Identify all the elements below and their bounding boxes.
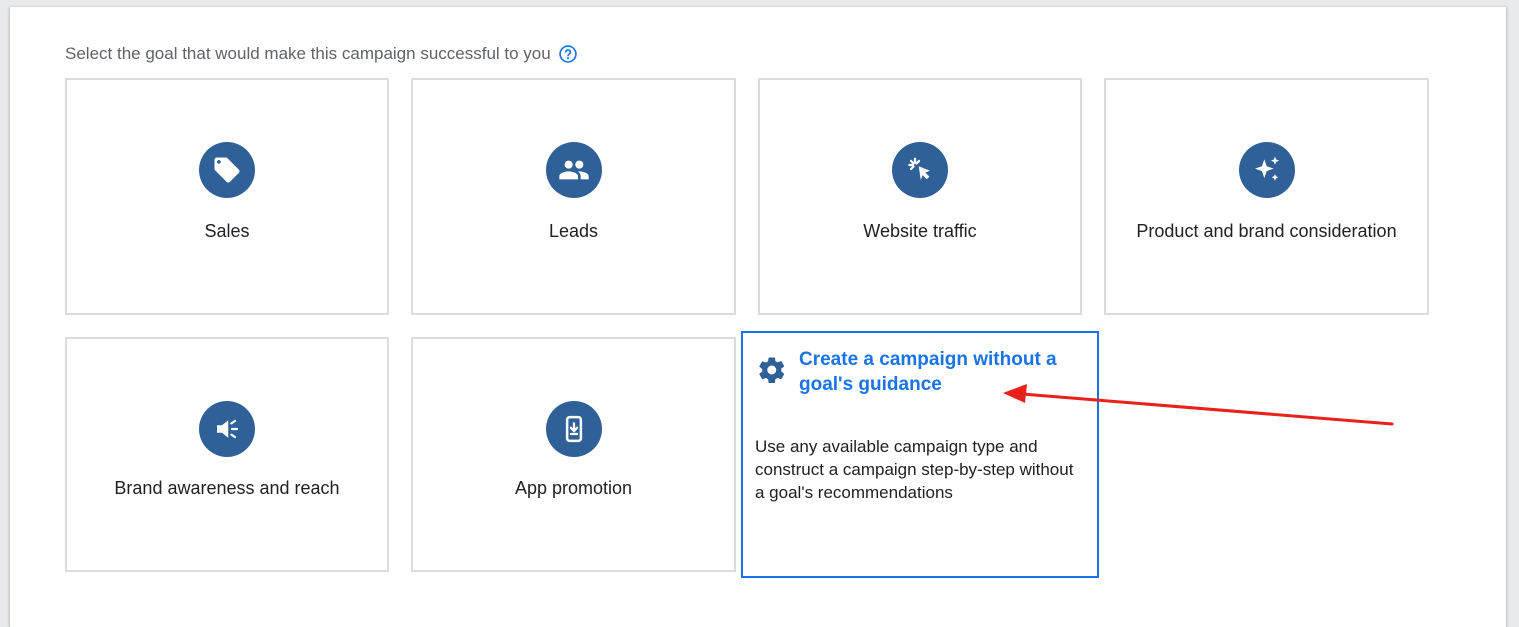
annotation-arrow [1003,384,1394,426]
